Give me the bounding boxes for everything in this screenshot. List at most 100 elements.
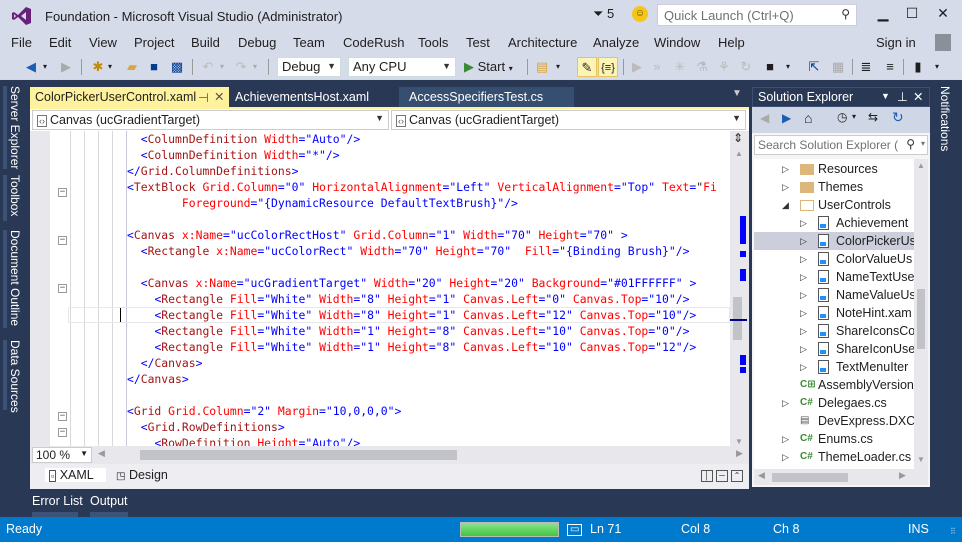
solution-platform-select[interactable]: Any CPU ▼ xyxy=(348,57,456,77)
menu-test[interactable]: Test xyxy=(466,35,490,50)
tab-notifications[interactable]: Notifications xyxy=(938,86,952,151)
code-line[interactable]: <ColumnDefinition Width="*"/> xyxy=(127,147,340,163)
tab-achievementshost[interactable]: AchievementsHost.xaml xyxy=(229,87,399,107)
forward-icon[interactable]: ▶ xyxy=(782,111,791,125)
code-line[interactable]: <TextBlock Grid.Column="0" HorizontalAli… xyxy=(127,179,717,195)
menu-project[interactable]: Project xyxy=(134,35,174,50)
collapse-icon[interactable]: − xyxy=(58,236,67,245)
scroll-down-icon[interactable]: ▼ xyxy=(735,437,743,446)
expand-arrow-icon[interactable]: ▷ xyxy=(782,160,789,178)
scroll-left-icon[interactable]: ◀ xyxy=(758,470,765,481)
code-line[interactable]: <Canvas x:Name="ucColorRectHost" Grid.Co… xyxy=(127,227,628,243)
navigate-forward-icon[interactable]: ▶ xyxy=(58,57,74,77)
pending-changes-filter-icon[interactable]: ◷ xyxy=(837,110,847,124)
scrollbar-thumb[interactable] xyxy=(772,473,848,482)
quick-launch-input[interactable]: Quick Launch (Ctrl+Q) ⚲ xyxy=(657,4,857,26)
scroll-up-icon[interactable]: ▲ xyxy=(735,149,743,158)
select-element-icon[interactable]: ⇱ xyxy=(806,57,822,77)
pin-icon[interactable]: ⊣ xyxy=(198,90,209,105)
tab-accessspecifierstest[interactable]: AccessSpecifiersTest.cs xyxy=(399,87,574,107)
comment-lines-icon[interactable]: ≣ xyxy=(858,57,874,77)
tree-item[interactable]: C⊞ AssemblyVersion xyxy=(754,376,914,394)
undo-icon[interactable]: ↶ xyxy=(199,57,217,77)
expand-arrow-icon[interactable]: ▷ xyxy=(782,448,789,466)
toggle-outline-icon[interactable]: ✎ xyxy=(577,57,597,77)
bookmark-icon[interactable]: ▮ xyxy=(910,57,926,77)
search-options-dropdown-icon[interactable]: ▾ xyxy=(921,139,925,148)
properties-icon[interactable]: ▦ xyxy=(830,57,846,77)
zoom-select[interactable]: 100 % ▼ xyxy=(32,447,92,463)
save-icon[interactable]: ■ xyxy=(145,57,163,77)
maximize-button[interactable]: ☐ xyxy=(897,5,927,25)
tab-server-explorer[interactable]: Server Explorer xyxy=(8,86,22,169)
resize-grip-icon[interactable]: ⠿ xyxy=(950,527,956,536)
tree-item[interactable]: ▷ C# ThemeLoader.cs xyxy=(754,448,914,466)
code-line[interactable]: <Rectangle Fill="White" Width="1" Height… xyxy=(127,323,689,339)
tree-item[interactable]: ▷ ShareIconUse xyxy=(754,340,914,358)
scroll-up-icon[interactable]: ▲ xyxy=(917,161,925,170)
menu-file[interactable]: File xyxy=(11,35,32,50)
notifications-flag[interactable]: ⏷ 5 xyxy=(593,6,614,22)
code-line[interactable]: <Rectangle Fill="White" Width="8" Height… xyxy=(127,291,689,307)
scrollbar-thumb[interactable] xyxy=(917,289,925,349)
solution-explorer-horizontal-scrollbar[interactable]: ◀ ▶ xyxy=(754,469,928,485)
sign-in-link[interactable]: Sign in xyxy=(876,35,916,50)
code-line[interactable]: <Rectangle Fill="White" Width="1" Height… xyxy=(127,339,696,355)
feedback-smiley-icon[interactable]: ☺ xyxy=(632,6,648,22)
menu-tools[interactable]: Tools xyxy=(418,35,448,50)
tree-item[interactable]: ▷ ShareIconsCo xyxy=(754,322,914,340)
scroll-left-icon[interactable]: ◀ xyxy=(98,448,105,459)
tree-item[interactable]: ▷ TextMenuIter xyxy=(754,358,914,376)
expand-arrow-icon[interactable]: ▷ xyxy=(800,340,807,358)
tab-toolbox[interactable]: Toolbox xyxy=(8,175,22,216)
tab-list-dropdown-icon[interactable]: ▼ xyxy=(732,88,742,99)
code-line[interactable]: </Canvas> xyxy=(127,355,203,371)
uncomment-lines-icon[interactable]: ≡ xyxy=(882,57,898,77)
tree-item[interactable]: ▷ C# Enums.cs xyxy=(754,430,914,448)
code-line[interactable]: </Canvas> xyxy=(127,371,189,387)
menu-build[interactable]: Build xyxy=(191,35,220,50)
solution-explorer-search-input[interactable]: Search Solution Explorer ( ⚲ ▾ xyxy=(754,135,928,155)
pin-icon[interactable]: ⊥ xyxy=(897,89,908,104)
expand-arrow-icon[interactable]: ▷ xyxy=(800,322,807,340)
code-line[interactable]: <ColumnDefinition Width="Auto"/> xyxy=(127,131,360,147)
code-line[interactable]: <Canvas x:Name="ucGradientTarget" Width=… xyxy=(127,275,697,291)
menu-analyze[interactable]: Analyze xyxy=(593,35,639,50)
solution-configuration-select[interactable]: Debug ▼ xyxy=(277,57,341,77)
menu-debug[interactable]: Debug xyxy=(238,35,276,50)
split-editor-icon[interactable]: ⇕ xyxy=(733,131,743,145)
collapse-pane-icon[interactable]: ⌃ xyxy=(731,470,743,482)
expand-arrow-icon[interactable]: ▷ xyxy=(782,178,789,196)
tab-document-outline[interactable]: Document Outline xyxy=(8,230,22,326)
collapse-icon[interactable]: − xyxy=(58,412,67,421)
collapse-icon[interactable]: − xyxy=(58,284,67,293)
tab-xaml[interactable]: ▫ XAML xyxy=(45,468,106,482)
navigate-back-icon[interactable]: ◀ xyxy=(22,57,40,77)
expand-arrow-icon[interactable]: ▷ xyxy=(800,232,807,250)
attach-icon[interactable]: ⚗ xyxy=(694,57,710,77)
tree-item[interactable]: ▷ ColorPickerUs xyxy=(754,232,914,250)
navigation-bar-type-select[interactable]: ‹› Canvas (ucGradientTarget) ▼ xyxy=(32,110,389,130)
toolbar-overflow-icon[interactable]: ▾ xyxy=(784,57,792,77)
tree-item[interactable]: ▷ Resources xyxy=(754,160,914,178)
bug-icon[interactable]: ✳ xyxy=(672,57,688,77)
tab-design[interactable]: ◳ Design xyxy=(116,468,168,482)
menu-edit[interactable]: Edit xyxy=(49,35,71,50)
menu-window[interactable]: Window xyxy=(654,35,700,50)
expand-arrow-icon[interactable]: ▷ xyxy=(800,286,807,304)
menu-view[interactable]: View xyxy=(89,35,117,50)
expand-arrow-icon[interactable]: ▷ xyxy=(782,430,789,448)
menu-coderush[interactable]: CodeRush xyxy=(343,35,404,50)
expanded-arrow-icon[interactable]: ◢ xyxy=(782,196,789,214)
refresh-icon[interactable]: ↻ xyxy=(892,109,904,126)
tree-item[interactable]: ▷ NameTextUse xyxy=(754,268,914,286)
horizontal-split-icon[interactable]: ─ xyxy=(716,470,728,482)
collapse-icon[interactable]: − xyxy=(58,188,67,197)
tree-item[interactable]: ▷ Achievement xyxy=(754,214,914,232)
close-icon[interactable]: ✕ xyxy=(214,89,224,104)
open-file-icon[interactable]: ▰ xyxy=(123,57,141,77)
scroll-right-icon[interactable]: ▶ xyxy=(736,448,743,459)
new-project-dropdown-icon[interactable]: ▾ xyxy=(105,57,115,77)
chevron-down-icon[interactable]: ▾ xyxy=(852,112,856,121)
code-area[interactable]: − − − − − <ColumnDefinition Width="Auto"… xyxy=(30,131,730,454)
